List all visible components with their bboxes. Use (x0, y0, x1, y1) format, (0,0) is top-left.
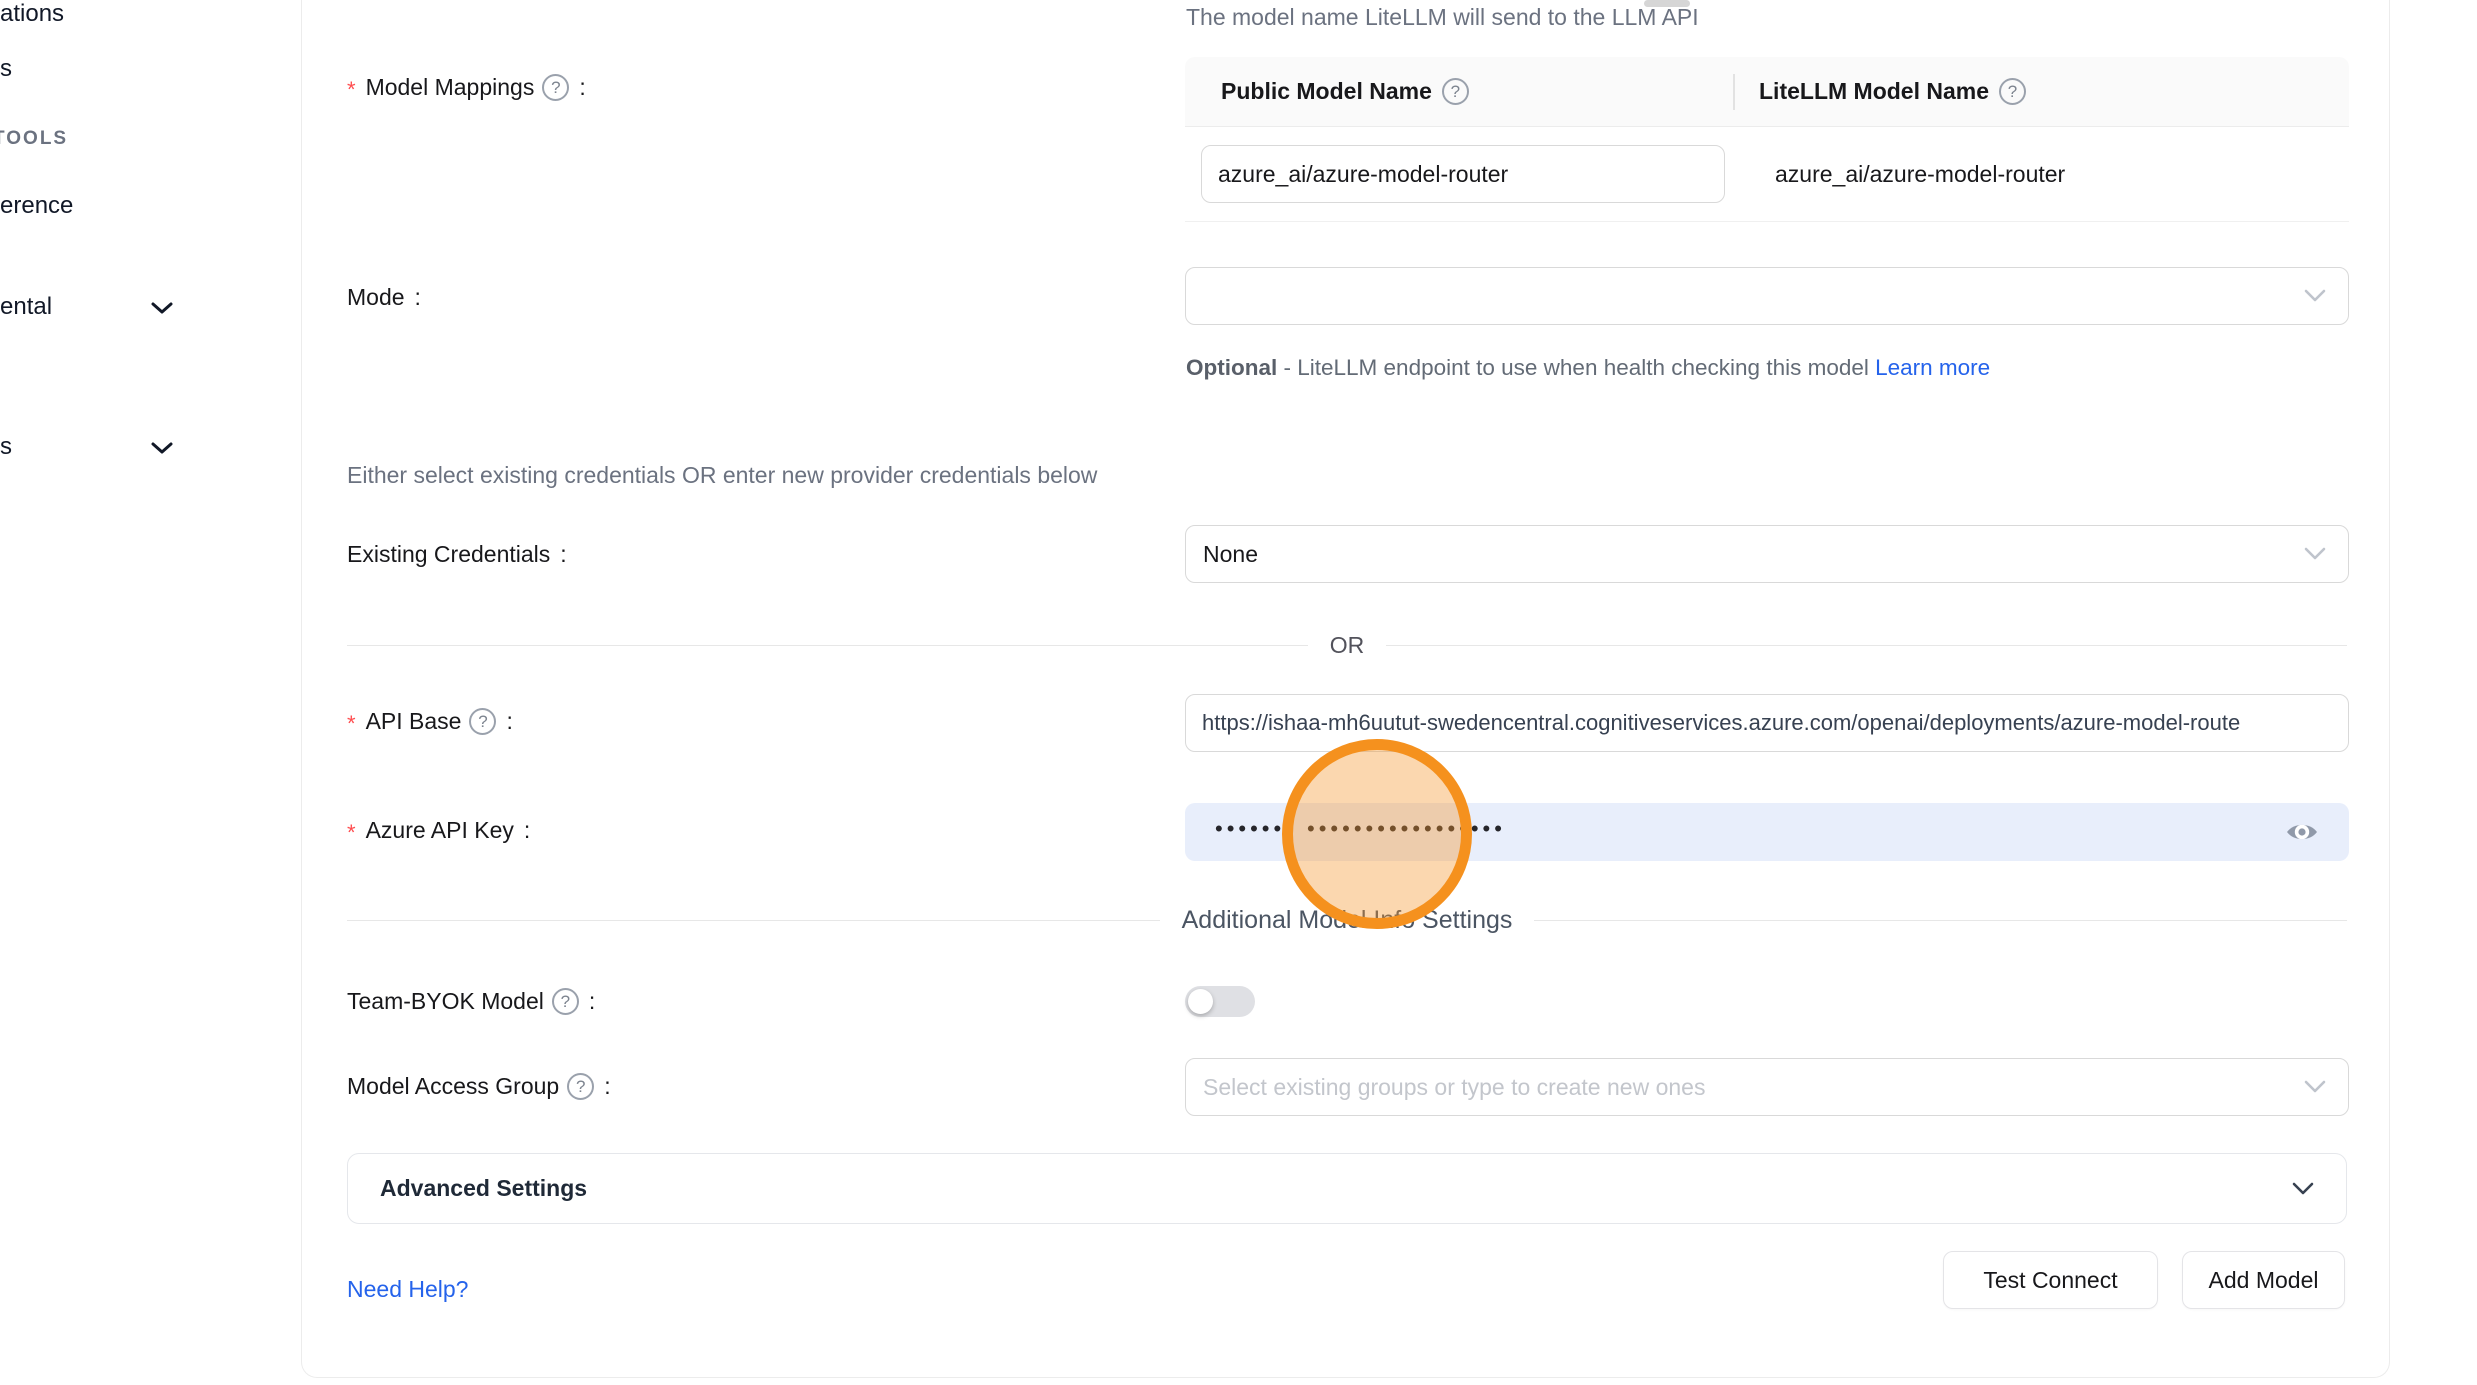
sidebar-section-tools: TOOLS (0, 128, 68, 150)
add-model-form-card: The model name LiteLLM will send to the … (301, 0, 2390, 1378)
existing-credentials-select[interactable]: None (1185, 525, 2349, 583)
model-access-group-label: Model Access Group ? : (347, 1073, 611, 1100)
advanced-settings-label: Advanced Settings (380, 1175, 2292, 1202)
chevron-down-icon[interactable] (150, 440, 174, 456)
help-question-icon[interactable]: ? (469, 708, 496, 735)
required-asterisk: * (347, 711, 356, 737)
public-model-name-input[interactable] (1201, 145, 1725, 203)
litellm-model-name-header: LiteLLM Model Name ? (1733, 78, 2026, 105)
chevron-down-icon (2292, 1182, 2314, 1196)
credentials-note: Either select existing credentials OR en… (347, 462, 1097, 489)
litellm-model-name-hint: The model name LiteLLM will send to the … (1186, 4, 1699, 31)
sidebar-item-clipped-2[interactable]: s (0, 55, 12, 83)
required-asterisk: * (347, 820, 356, 846)
chevron-down-icon (2304, 547, 2326, 561)
chevron-down-icon (2304, 1080, 2326, 1094)
model-mappings-table: Public Model Name ? LiteLLM Model Name ?… (1185, 57, 2349, 222)
model-access-group-select[interactable]: Select existing groups or type to create… (1185, 1058, 2349, 1116)
sidebar-item-clipped-1[interactable]: ations (0, 0, 64, 28)
team-byok-toggle[interactable] (1185, 986, 1255, 1017)
mode-label: Mode : (347, 284, 421, 311)
learn-more-link[interactable]: Learn more (1875, 355, 1990, 380)
sidebar-item-clipped-5[interactable]: s (0, 433, 12, 461)
api-base-label: * API Base ? : (347, 708, 513, 735)
add-model-button[interactable]: Add Model (2182, 1251, 2345, 1309)
help-question-icon[interactable]: ? (552, 988, 579, 1015)
eye-reveal-icon[interactable] (2285, 819, 2319, 845)
model-access-group-placeholder: Select existing groups or type to create… (1203, 1074, 2304, 1101)
help-question-icon[interactable]: ? (542, 74, 569, 101)
mode-select[interactable] (1185, 267, 2349, 325)
required-asterisk: * (347, 77, 356, 103)
advanced-settings-panel[interactable]: Advanced Settings (347, 1153, 2347, 1224)
help-question-icon[interactable]: ? (1442, 78, 1469, 105)
test-connect-button[interactable]: Test Connect (1943, 1251, 2158, 1309)
or-divider: OR (347, 632, 2347, 659)
need-help-link[interactable]: Need Help? (347, 1276, 468, 1303)
existing-credentials-label: Existing Credentials : (347, 541, 567, 568)
team-byok-label: Team-BYOK Model ? : (347, 988, 595, 1015)
model-mappings-table-row: azure_ai/azure-model-router (1185, 127, 2349, 222)
azure-api-key-label: * Azure API Key : (347, 817, 530, 844)
click-location-indicator (1282, 739, 1472, 929)
or-divider-text: OR (1308, 632, 1387, 659)
model-mappings-label: * Model Mappings ? : (347, 74, 586, 101)
existing-credentials-value: None (1203, 541, 2304, 568)
mode-help-text: Optional - LiteLLM endpoint to use when … (1186, 348, 2026, 388)
chevron-down-icon (2304, 289, 2326, 303)
litellm-model-name-value: azure_ai/azure-model-router (1733, 161, 2065, 188)
sidebar: ations s TOOLS erence ental s (0, 0, 301, 1385)
column-separator (1733, 74, 1735, 110)
toggle-knob (1188, 989, 1213, 1014)
help-question-icon[interactable]: ? (567, 1073, 594, 1100)
chevron-down-icon[interactable] (150, 300, 174, 316)
sidebar-item-clipped-4[interactable]: ental (0, 293, 52, 321)
model-mappings-table-header: Public Model Name ? LiteLLM Model Name ? (1185, 57, 2349, 127)
help-question-icon[interactable]: ? (1999, 78, 2026, 105)
public-model-name-header: Public Model Name ? (1185, 78, 1733, 105)
sidebar-item-clipped-3[interactable]: erence (0, 192, 73, 220)
